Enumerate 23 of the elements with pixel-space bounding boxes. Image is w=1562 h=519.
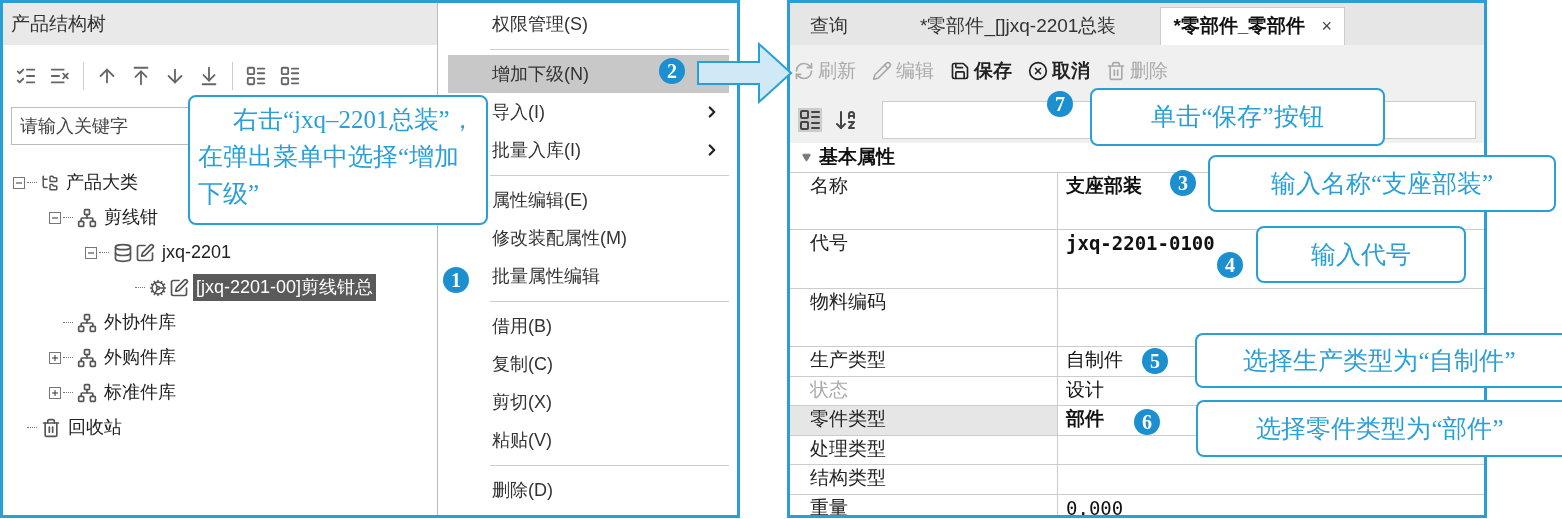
callout-tooltip: 输入名称“支座部装” [1208,155,1556,212]
callout-tooltip: 输入代号 [1256,226,1466,283]
callout-tooltip: 单击“保存”按钮 [1090,88,1385,146]
property-label: 重量 [810,497,848,515]
property-label: 处理类型 [810,438,886,459]
property-value: jxq-2201-0100 [1066,231,1215,254]
property-value: 0.000 [1066,497,1124,515]
property-label: 零件类型 [810,408,886,430]
category-label: 基本属性 [819,145,895,170]
property-label: 结构类型 [810,467,886,489]
property-label: 名称 [810,175,848,197]
property-label: 状态 [810,379,848,400]
panel-title: 产品结构树 [3,3,437,45]
callout-tooltip: 右击“jxq–2201总装”，在弹出菜单中选择“增加下级” [188,95,488,225]
property-value: 支座部装 [1066,175,1142,197]
property-label: 物料编码 [810,290,886,312]
callout-tooltip: 选择生产类型为“自制件” [1195,333,1562,388]
property-value: 自制件 [1066,349,1123,371]
property-value: 部件 [1066,408,1104,430]
property-label: 代号 [810,231,848,253]
property-label: 生产类型 [810,349,886,371]
callout-tooltip: 选择零件类型为“部件” [1196,400,1562,457]
property-value: 设计 [1066,379,1104,400]
